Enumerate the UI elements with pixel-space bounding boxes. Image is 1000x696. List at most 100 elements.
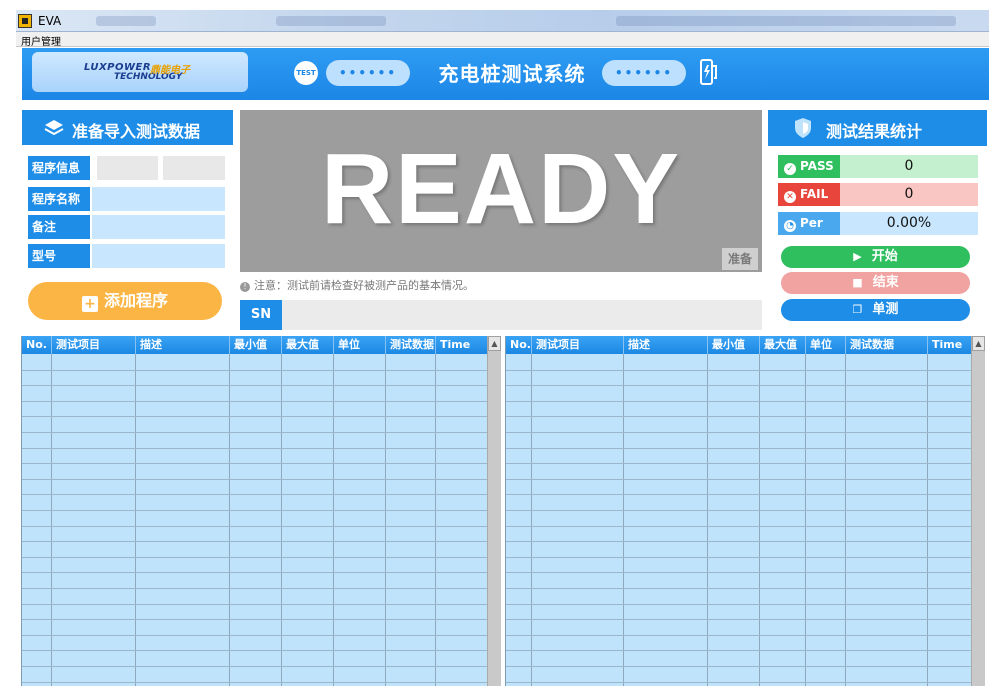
per-value: 0.00%: [840, 212, 978, 235]
table-row: [506, 604, 972, 605]
table-row: [506, 401, 972, 402]
fail-label-text: FAIL: [800, 187, 829, 201]
per-label: ◔ Per: [778, 212, 840, 235]
table-row: [506, 510, 972, 511]
column-header[interactable]: 最小值: [230, 336, 282, 354]
fail-label: ✕ FAIL: [778, 183, 840, 206]
table-row: [506, 448, 972, 449]
start-label: 开始: [871, 249, 898, 264]
window-title-bar: EVA: [16, 10, 989, 32]
left-panel-title: 准备导入测试数据: [72, 122, 201, 141]
column-header[interactable]: Time: [436, 336, 488, 354]
column-header[interactable]: No.: [506, 336, 532, 354]
table-row: [506, 557, 972, 558]
table-row: [22, 401, 488, 402]
table-row: [22, 635, 488, 636]
stop-button[interactable]: ■ 结束: [781, 272, 970, 294]
scroll-up-arrow-icon[interactable]: ▲: [972, 336, 985, 351]
table-row: [506, 541, 972, 542]
fail-count: 0: [840, 183, 978, 206]
start-button[interactable]: ▶ 开始: [781, 246, 970, 268]
add-program-button[interactable]: + 添加程序: [28, 282, 222, 320]
table-row: [22, 448, 488, 449]
table-row: [506, 526, 972, 527]
status-big-text: READY: [320, 133, 682, 245]
table-header: No. 测试项目 描述 最小值 最大值 单位 测试数据 Time: [22, 336, 488, 354]
check-icon: ✓: [784, 163, 796, 175]
table-row: [506, 479, 972, 480]
table-row: [506, 432, 972, 433]
info-icon: !: [240, 282, 250, 292]
title-blur-region: [616, 16, 956, 26]
results-table-right[interactable]: No. 测试项目 描述 最小值 最大值 单位 测试数据 Time ▲: [505, 336, 985, 686]
status-small-badge: 准备: [722, 248, 758, 270]
program-name-label: 程序名称: [28, 187, 90, 211]
column-header[interactable]: 测试数据: [386, 336, 436, 354]
column-header[interactable]: 最小值: [708, 336, 760, 354]
pass-label-text: PASS: [800, 159, 834, 173]
left-panel-header: 准备导入测试数据: [22, 110, 233, 146]
column-header[interactable]: No.: [22, 336, 52, 354]
table-scrollbar[interactable]: ▲: [971, 336, 985, 686]
stop-icon: ■: [852, 276, 863, 289]
table-row: [22, 370, 488, 371]
table-row: [506, 416, 972, 417]
play-icon: ▶: [853, 250, 862, 263]
pass-count: 0: [840, 155, 978, 178]
column-header[interactable]: 测试项目: [52, 336, 136, 354]
column-divider: [281, 354, 282, 686]
column-header[interactable]: 单位: [806, 336, 846, 354]
decor-dots-left: ••••••: [326, 60, 410, 86]
menu-user-management[interactable]: 用户管理: [21, 33, 61, 48]
table-scrollbar[interactable]: ▲: [487, 336, 501, 686]
test-badge-icon: TEST: [294, 61, 318, 85]
table-row: [22, 619, 488, 620]
per-label-text: Per: [800, 216, 823, 230]
column-header[interactable]: 最大值: [282, 336, 334, 354]
title-blur-region: [96, 16, 156, 26]
program-info-label: 程序信息: [28, 156, 90, 180]
table-row: [22, 385, 488, 386]
notice-text: ! 注意：测试前请检查好被测产品的基本情况。: [240, 277, 474, 293]
table-row: [22, 541, 488, 542]
column-divider: [51, 354, 52, 686]
pass-label: ✓ PASS: [778, 155, 840, 178]
table-row: [506, 666, 972, 667]
program-info-field-2: [163, 156, 225, 180]
title-blur-region: [276, 16, 386, 26]
column-header[interactable]: 最大值: [760, 336, 806, 354]
model-field: [92, 244, 225, 268]
table-row: [506, 682, 972, 683]
right-panel-header: 测试结果统计: [768, 110, 987, 146]
table-row: [506, 370, 972, 371]
copy-icon: ❐: [852, 303, 863, 316]
column-header[interactable]: Time: [928, 336, 972, 354]
single-test-button[interactable]: ❐ 单测: [781, 299, 970, 321]
column-header[interactable]: 描述: [136, 336, 230, 354]
model-label: 型号: [28, 244, 90, 268]
menu-bar: 用户管理: [16, 32, 989, 48]
column-divider: [623, 354, 624, 686]
column-header[interactable]: 描述: [624, 336, 708, 354]
page-title: 充电桩测试系统: [438, 62, 586, 86]
column-divider: [333, 354, 334, 686]
column-header[interactable]: 测试项目: [532, 336, 624, 354]
table-row: [22, 572, 488, 573]
column-divider: [927, 354, 928, 686]
sn-input[interactable]: [282, 300, 762, 330]
table-row: [22, 494, 488, 495]
column-divider: [707, 354, 708, 686]
program-info-field-1: [97, 156, 158, 180]
column-header[interactable]: 单位: [334, 336, 386, 354]
table-row: [506, 650, 972, 651]
column-divider: [531, 354, 532, 686]
program-name-field: [92, 187, 225, 211]
table-row: [22, 432, 488, 433]
column-divider: [805, 354, 806, 686]
app-icon: [18, 14, 32, 28]
results-table-left[interactable]: No. 测试项目 描述 最小值 最大值 单位 测试数据 Time ▲: [21, 336, 501, 686]
shield-icon: [795, 118, 811, 138]
pie-chart-icon: ◔: [784, 220, 796, 232]
column-header[interactable]: 测试数据: [846, 336, 928, 354]
scroll-up-arrow-icon[interactable]: ▲: [488, 336, 501, 351]
